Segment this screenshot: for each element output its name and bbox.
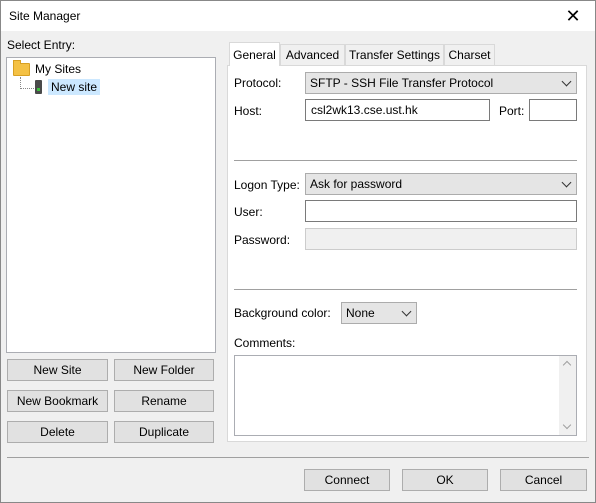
port-label: Port: <box>499 104 525 118</box>
select-entry-label: Select Entry: <box>7 38 76 52</box>
scroll-up-icon[interactable] <box>562 360 572 370</box>
title-bar: Site Manager ✕ <box>1 1 595 31</box>
window-title: Site Manager <box>9 9 81 23</box>
logon-type-value: Ask for password <box>310 177 403 191</box>
host-input[interactable]: csl2wk13.cse.ust.hk <box>305 99 490 121</box>
background-color-select[interactable]: None <box>341 302 417 324</box>
background-color-label: Background color: <box>234 306 331 320</box>
protocol-label: Protocol: <box>234 76 282 90</box>
duplicate-button[interactable]: Duplicate <box>114 421 214 443</box>
close-icon: ✕ <box>565 5 581 26</box>
tab-transfer-settings[interactable]: Transfer Settings <box>345 44 444 65</box>
user-input[interactable] <box>305 200 577 222</box>
divider <box>234 160 577 161</box>
chevron-down-icon <box>401 306 412 317</box>
new-site-button[interactable]: New Site <box>7 359 108 381</box>
tree-connector <box>20 77 34 89</box>
user-label: User: <box>234 205 263 219</box>
protocol-select[interactable]: SFTP - SSH File Transfer Protocol <box>305 72 577 94</box>
logon-type-label: Logon Type: <box>234 178 300 192</box>
comments-textarea[interactable] <box>234 355 577 436</box>
background-color-value: None <box>346 306 375 320</box>
port-input[interactable] <box>529 99 577 121</box>
connect-button[interactable]: Connect <box>304 469 390 491</box>
password-label: Password: <box>234 233 291 247</box>
tree-item-label: My Sites <box>35 62 82 76</box>
tree-item-my-sites[interactable]: My Sites <box>13 59 82 76</box>
new-bookmark-button[interactable]: New Bookmark <box>7 390 108 412</box>
protocol-value: SFTP - SSH File Transfer Protocol <box>310 76 494 90</box>
tree-item-label: New site <box>48 79 101 95</box>
folder-icon <box>13 59 30 76</box>
delete-button[interactable]: Delete <box>7 421 108 443</box>
ok-button[interactable]: OK <box>402 469 488 491</box>
password-input <box>305 228 577 250</box>
chevron-down-icon <box>561 76 572 87</box>
server-icon <box>35 80 42 94</box>
comments-scrollbar[interactable] <box>559 356 576 435</box>
scroll-down-icon[interactable] <box>562 420 572 430</box>
tab-charset[interactable]: Charset <box>444 44 495 65</box>
site-tree[interactable]: My Sites New site <box>6 57 216 353</box>
tree-item-new-site[interactable]: New site <box>35 79 101 95</box>
footer-divider <box>7 457 589 458</box>
logon-type-select[interactable]: Ask for password <box>305 173 577 195</box>
new-folder-button[interactable]: New Folder <box>114 359 214 381</box>
comments-label: Comments: <box>234 336 296 350</box>
cancel-button[interactable]: Cancel <box>500 469 587 491</box>
divider <box>234 289 577 290</box>
site-manager-window: Site Manager ✕ Select Entry: My Sites Ne… <box>0 0 596 503</box>
chevron-down-icon <box>561 177 572 188</box>
host-label: Host: <box>234 104 263 118</box>
close-button[interactable]: ✕ <box>553 1 593 31</box>
rename-button[interactable]: Rename <box>114 390 214 412</box>
tab-general[interactable]: General <box>229 42 280 66</box>
tab-advanced[interactable]: Advanced <box>280 44 345 65</box>
